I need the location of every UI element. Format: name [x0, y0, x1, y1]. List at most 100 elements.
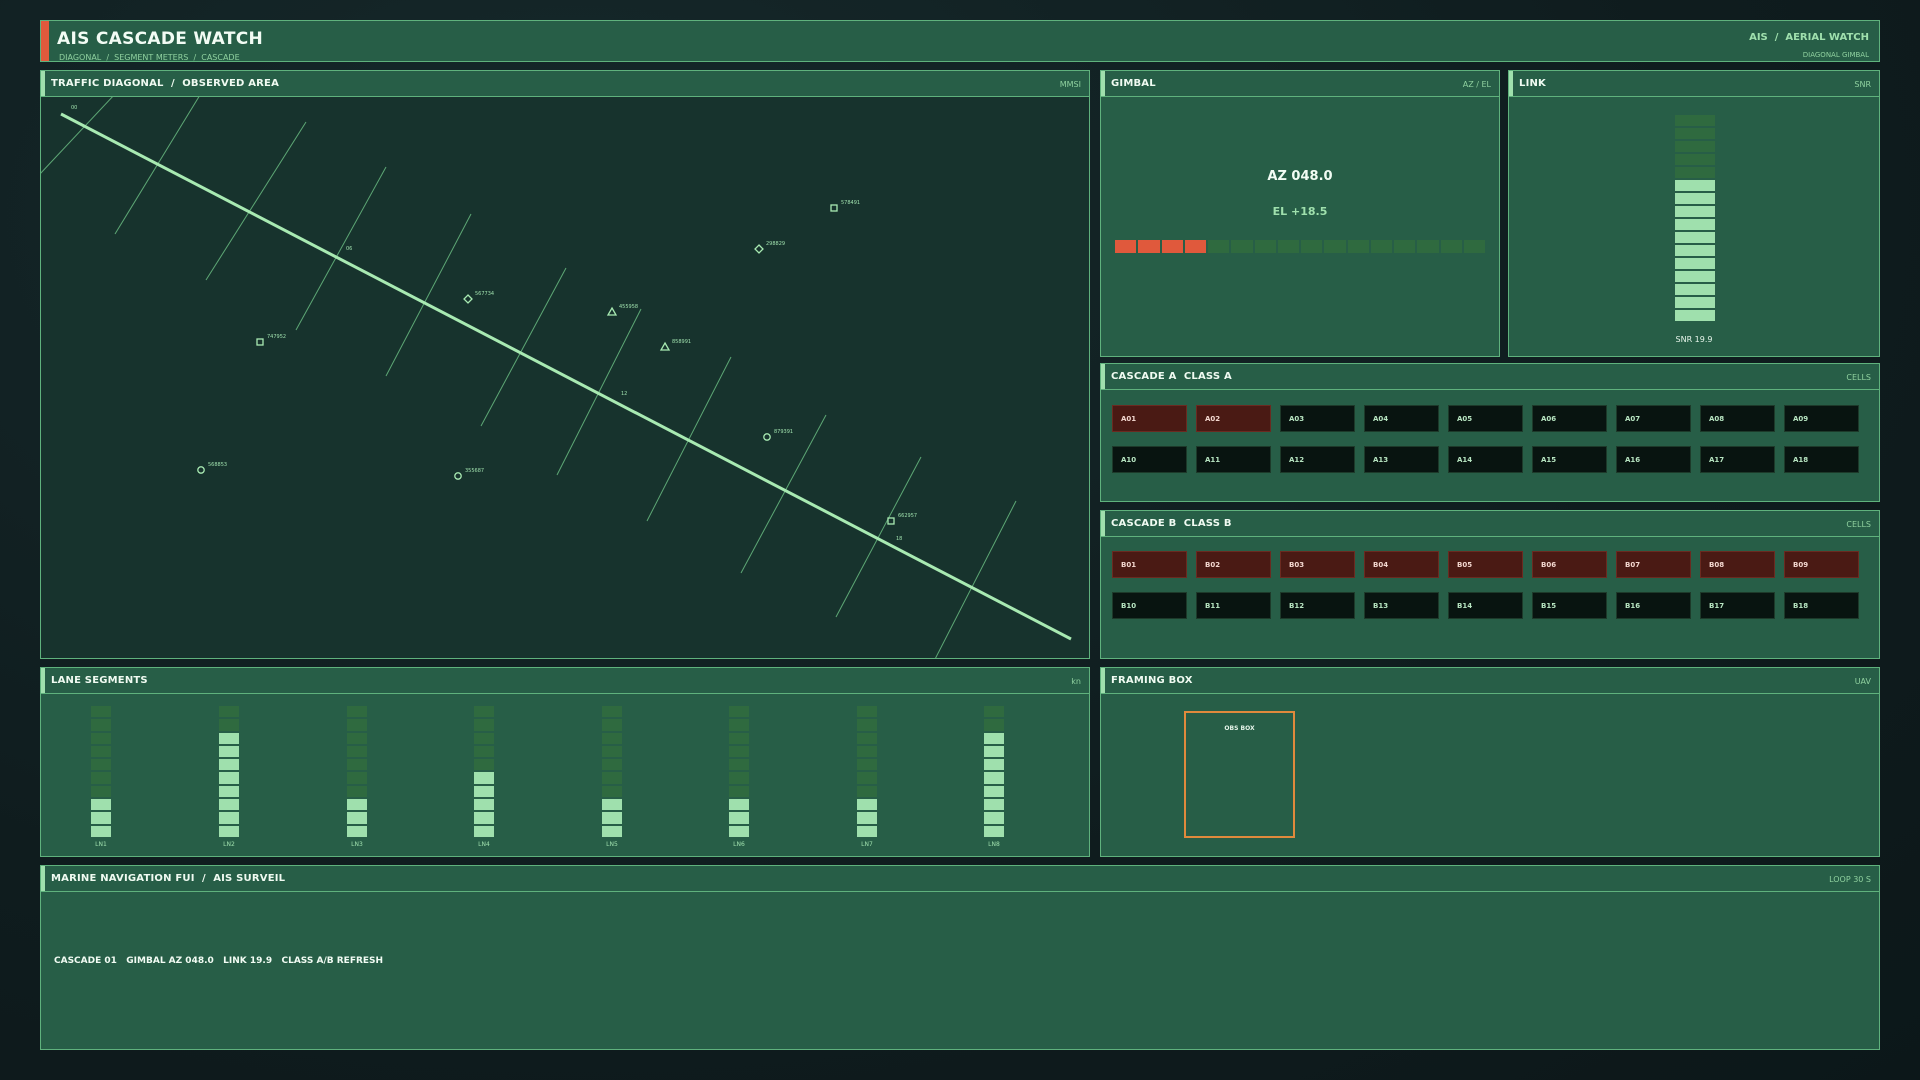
cascade-cell[interactable]: B06	[1532, 551, 1607, 578]
cascade-cell[interactable]: B11	[1196, 592, 1271, 619]
lane-meter: LN7	[857, 706, 877, 848]
diagonal-marker-label: 18	[896, 536, 902, 542]
cascade-cell[interactable]: B03	[1280, 551, 1355, 578]
snr-meter-segment	[1675, 297, 1715, 308]
cascade-cell[interactable]: B14	[1448, 592, 1523, 619]
cascade-cell[interactable]: A14	[1448, 446, 1523, 473]
lane-segment	[91, 759, 111, 771]
cascade-cell[interactable]: A01	[1112, 405, 1187, 432]
cascade-cell[interactable]: A03	[1280, 405, 1355, 432]
cascade-cell-label: B18	[1793, 602, 1809, 610]
lane-segment	[984, 745, 1004, 758]
lane-segment	[474, 785, 494, 798]
gimbal-bar-segment	[1277, 240, 1299, 253]
lane-segment	[219, 772, 239, 784]
vessel-circle-icon[interactable]	[454, 472, 462, 480]
map-canvas[interactable]: 00 06 12 18 578491 298829 567734 455958 747952 85…	[41, 97, 1089, 658]
diagonal-marker-label: 06	[346, 246, 352, 252]
cascade-cell[interactable]: B12	[1280, 592, 1355, 619]
cascade-cell-label: B13	[1373, 602, 1389, 610]
vessel-mmsi-label: 355687	[465, 468, 484, 474]
cascade-cell-label: A06	[1541, 415, 1557, 423]
cascade-cell[interactable]: B18	[1784, 592, 1859, 619]
cascade-cell[interactable]: B13	[1364, 592, 1439, 619]
vessel-diamond-icon[interactable]	[463, 294, 473, 304]
cascade-cell[interactable]: A10	[1112, 446, 1187, 473]
vessel-square-icon[interactable]	[887, 517, 895, 525]
gimbal-bar-segment	[1417, 240, 1439, 253]
lane-segment	[219, 745, 239, 758]
vessel-mmsi-label: 298829	[766, 241, 785, 247]
cascade-cell-label: B14	[1457, 602, 1473, 610]
cascade-cell[interactable]: A07	[1616, 405, 1691, 432]
lane-stack	[857, 706, 877, 837]
lane-label: LN1	[95, 841, 107, 848]
lane-segment	[347, 772, 367, 784]
cascade-a-tag: CELLS	[1846, 373, 1871, 382]
lane-label: LN8	[988, 841, 1000, 848]
lanes-panel-title: LANE SEGMENTS	[51, 675, 148, 686]
vessel-circle-icon[interactable]	[763, 433, 771, 441]
lane-meter: LN8	[984, 706, 1004, 848]
lane-segment	[219, 799, 239, 811]
lane-stack	[984, 706, 1004, 837]
lane-segment	[984, 732, 1004, 744]
vessel-square-icon[interactable]	[830, 204, 838, 212]
snr-meter-segment	[1675, 219, 1715, 230]
cascade-cell[interactable]: B01	[1112, 551, 1187, 578]
cascade-cell[interactable]: A12	[1280, 446, 1355, 473]
gimbal-bar-segment	[1301, 240, 1323, 253]
cascade-cell[interactable]: A05	[1448, 405, 1523, 432]
hatch-line	[740, 414, 827, 574]
cascade-cell[interactable]: A08	[1700, 405, 1775, 432]
lane-segment	[347, 785, 367, 798]
vessel-mmsi-label: 455958	[619, 304, 638, 310]
vessel-square-icon[interactable]	[256, 338, 264, 346]
cascade-cell[interactable]: A11	[1196, 446, 1271, 473]
cascade-cell-label: A18	[1793, 456, 1809, 464]
cascade-cell[interactable]: B10	[1112, 592, 1187, 619]
cascade-cell-label: A09	[1793, 415, 1809, 423]
diagonal-marker-label: 00	[71, 105, 77, 111]
link-panel: LINK SNR SNR 19.9	[1508, 70, 1880, 357]
cascade-cell[interactable]: B09	[1784, 551, 1859, 578]
cascade-cell[interactable]: B05	[1448, 551, 1523, 578]
lane-segment	[857, 759, 877, 771]
lane-segment	[602, 825, 622, 837]
cascade-cell[interactable]: A13	[1364, 446, 1439, 473]
map-area[interactable]: 00 06 12 18 578491 298829 567734 455958 747952 85…	[41, 97, 1089, 658]
cascade-cell[interactable]: A09	[1784, 405, 1859, 432]
obs-box[interactable]: OBS BOX	[1184, 711, 1295, 838]
vessel-diamond-icon[interactable]	[754, 244, 764, 254]
cascade-cell[interactable]: B04	[1364, 551, 1439, 578]
lane-segment	[602, 719, 622, 731]
cascade-cell[interactable]: A17	[1700, 446, 1775, 473]
vessel-triangle-icon[interactable]	[659, 341, 671, 351]
cascade-a-header: CASCADE A CLASS A CELLS	[1101, 364, 1879, 390]
cascade-cell[interactable]: A04	[1364, 405, 1439, 432]
lane-segment	[857, 799, 877, 811]
cascade-cell[interactable]: B15	[1532, 592, 1607, 619]
lane-segment	[984, 759, 1004, 771]
lane-segment	[729, 745, 749, 758]
link-panel-tag: SNR	[1854, 80, 1871, 89]
lane-segment	[474, 745, 494, 758]
cascade-cell[interactable]: B16	[1616, 592, 1691, 619]
cascade-cell[interactable]: A15	[1532, 446, 1607, 473]
vessel-circle-icon[interactable]	[197, 466, 205, 474]
cascade-cell[interactable]: A16	[1616, 446, 1691, 473]
cascade-cell[interactable]: B17	[1700, 592, 1775, 619]
cascade-cell[interactable]: B07	[1616, 551, 1691, 578]
vessel-mmsi-label: 568853	[208, 462, 227, 468]
cascade-cell[interactable]: B02	[1196, 551, 1271, 578]
cascade-cell[interactable]: A18	[1784, 446, 1859, 473]
lane-segment	[857, 772, 877, 784]
cascade-cell[interactable]: B08	[1700, 551, 1775, 578]
snr-meter-segment	[1675, 193, 1715, 204]
cascade-cell-label: B16	[1625, 602, 1641, 610]
lane-stack	[474, 706, 494, 837]
cascade-cell[interactable]: A06	[1532, 405, 1607, 432]
cascade-cell-label: A16	[1625, 456, 1641, 464]
vessel-triangle-icon[interactable]	[606, 306, 618, 316]
cascade-cell[interactable]: A02	[1196, 405, 1271, 432]
